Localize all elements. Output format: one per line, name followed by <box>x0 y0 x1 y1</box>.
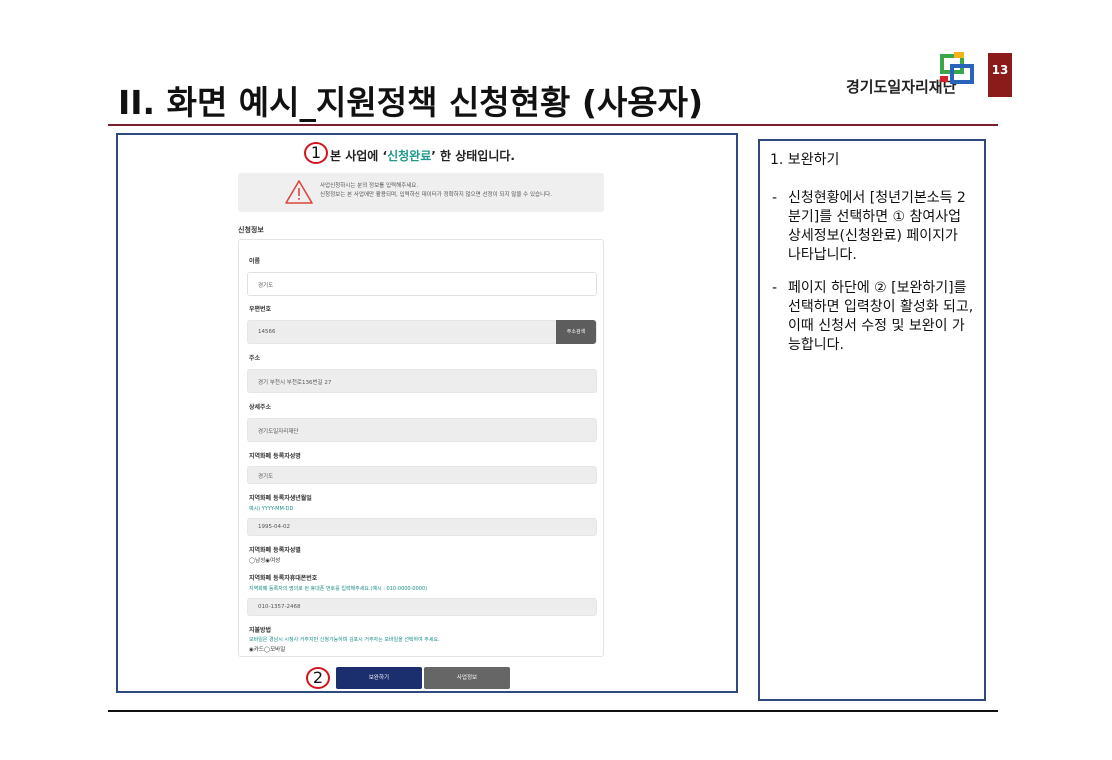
slide-title: II. 화면 예시_지원정책 신청현황 (사용자) <box>118 83 704 122</box>
payment-label: 지불방법 <box>249 627 272 634</box>
logo-mark-icon <box>940 52 974 84</box>
postcode-input[interactable]: 14566 <box>247 320 597 344</box>
birth-label: 지역화폐 등록자생년월일 <box>249 495 312 502</box>
status-suffix: ’ 한 상태입니다. <box>431 149 515 163</box>
birth-hint: 예시) YYYY-MM-DD <box>249 506 294 512</box>
explanation-bullet-2: 페이지 하단에 ② [보완하기]를 선택하면 입력창이 활성화 되고, 이때 신… <box>770 279 974 355</box>
marker-1: 1 <box>304 142 328 164</box>
detail-address-label: 상세주소 <box>249 404 272 411</box>
phone-hint: 지역화폐 등록자의 명의로 된 휴대폰 번호를 입력해주세요.(예시 : 010… <box>249 586 428 592</box>
explanation-heading: 1. 보완하기 <box>770 152 840 168</box>
foundation-logo: 경기도일자리재단 <box>846 52 976 102</box>
birth-input[interactable]: 1995-04-02 <box>247 518 597 536</box>
status-highlight: 신청완료 <box>387 149 432 163</box>
marker-2: 2 <box>306 667 330 689</box>
phone-label: 지역화폐 등록자휴대폰번호 <box>249 575 318 582</box>
name-input[interactable]: 경기도 <box>247 272 597 296</box>
status-prefix: 본 사업에 ‘ <box>330 149 388 163</box>
gender-radio-group[interactable]: ◯남성◉여성 <box>249 556 280 564</box>
notice-alert: 사업신청하시는 분의 정보를 입력해주세요. 신청정보는 본 사업에만 활용되며… <box>238 173 604 212</box>
phone-input[interactable]: 010-1357-2468 <box>247 598 597 616</box>
business-info-button[interactable]: 사업정보 <box>424 667 510 689</box>
address-label: 주소 <box>249 355 261 362</box>
application-form: 이름 경기도 우편번호 14566 주소검색 주소 경기 부천시 부천로136번… <box>238 239 604 657</box>
footer-divider <box>108 710 998 712</box>
header-divider <box>108 124 998 126</box>
registrant-name-input[interactable]: 경기도 <box>247 466 597 484</box>
explanation-panel: 1. 보완하기 신청현황에서 [청년기본소득 2분기]를 선택하면 ① 참여사업… <box>758 139 986 701</box>
gender-label: 지역화폐 등록자성별 <box>249 547 301 554</box>
alert-line-1: 사업신청하시는 분의 정보를 입력해주세요. <box>320 183 419 189</box>
alert-line-2: 신청정보는 본 사업에만 활용되며, 입력하신 데이터가 정확하지 않으면 선정… <box>320 192 552 198</box>
section-label: 신청정보 <box>238 226 264 234</box>
payment-hint: 모바일은 경남시 시청사 거주지만 신청가능하며 김포시 거주자는 모바일을 선… <box>249 637 440 643</box>
postcode-label: 우편번호 <box>249 306 272 313</box>
address-input[interactable]: 경기 부천시 부천로136번길 27 <box>247 369 597 393</box>
payment-radio-group[interactable]: ◉카드◯모바일 <box>249 645 285 653</box>
supplement-button[interactable]: 보완하기 <box>336 667 422 689</box>
page-number-badge: 13 <box>988 53 1012 97</box>
status-message: 본 사업에 ‘신청완료’ 한 상태입니다. <box>330 147 630 164</box>
detail-address-input[interactable]: 경기도일자리재단 <box>247 418 597 442</box>
registrant-name-label: 지역화폐 등록자성명 <box>249 453 301 460</box>
screenshot-frame: 1 본 사업에 ‘신청완료’ 한 상태입니다. 사업신청하시는 분의 정보를 입… <box>116 133 738 693</box>
alert-text: 사업신청하시는 분의 정보를 입력해주세요. 신청정보는 본 사업에만 활용되며… <box>320 182 552 200</box>
explanation-bullet-1: 신청현황에서 [청년기본소득 2분기]를 선택하면 ① 참여사업 상세정보(신청… <box>770 189 974 265</box>
warning-icon <box>285 180 313 204</box>
name-label: 이름 <box>249 258 261 265</box>
address-search-button[interactable]: 주소검색 <box>556 320 596 344</box>
